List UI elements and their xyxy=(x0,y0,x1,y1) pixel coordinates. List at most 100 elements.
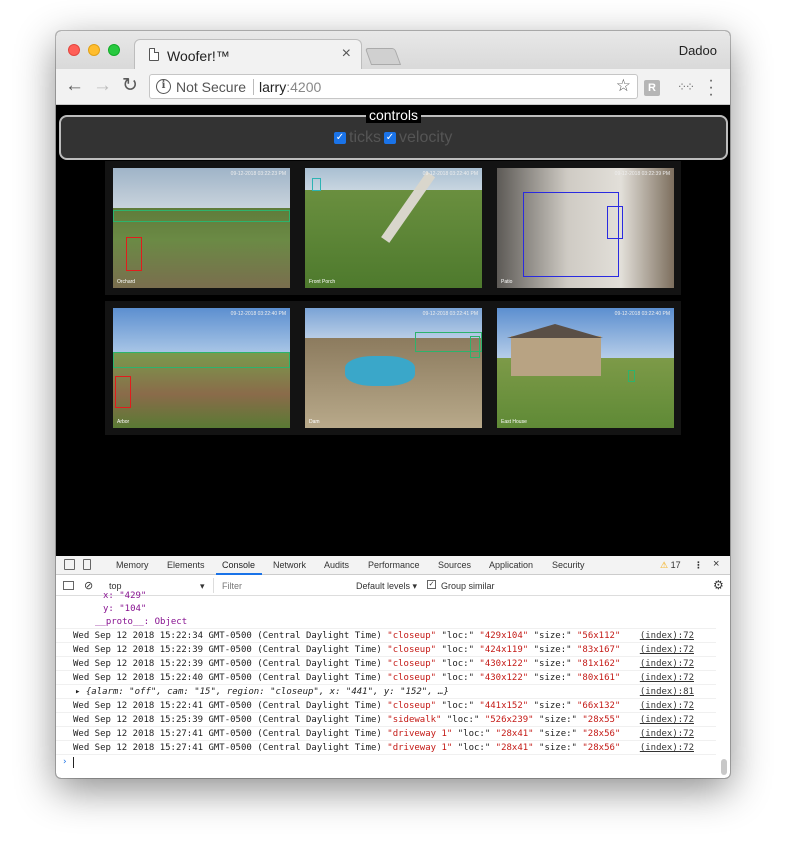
camera-label: East House xyxy=(501,419,527,425)
detection-box xyxy=(470,336,480,358)
log-source-link[interactable]: (index):81 xyxy=(640,687,694,697)
tab-title: Woofer!™ xyxy=(167,48,230,64)
url-text[interactable]: larry:4200 xyxy=(259,79,321,95)
back-arrow-icon[interactable]: ← xyxy=(65,76,84,96)
page-viewport: controls ✓ ticks ✓ velocity 09-12-2018 0… xyxy=(56,106,730,556)
camera-label: Orchard xyxy=(117,279,136,285)
camera-label: Arbor xyxy=(117,419,130,425)
log-source-link[interactable]: (index):72 xyxy=(640,715,694,725)
log-row: Wed Sep 12 2018 15:25:39 GMT-0500 (Centr… xyxy=(56,713,716,727)
console-obj-line: x: "429" xyxy=(103,591,147,601)
camera-feed-front-porch[interactable]: 09-12-2018 03:22:40 PM Front Porch xyxy=(305,168,482,288)
kebab-menu-icon[interactable]: · · · xyxy=(707,73,715,103)
detection-box xyxy=(126,237,142,271)
extension-dots-icon[interactable]: ⁘⁘ xyxy=(677,80,695,94)
log-source-link[interactable]: (index):72 xyxy=(640,743,694,753)
group-similar-checkbox[interactable]: ✓ xyxy=(427,580,436,589)
camera-feed-arbor[interactable]: 09-12-2018 03:22:40 PM Arbor xyxy=(113,308,290,428)
region-box xyxy=(113,352,290,368)
camera-timestamp: 09-12-2018 03:22:41 PM xyxy=(422,311,478,317)
log-source-link[interactable]: (index):72 xyxy=(640,673,694,683)
console-scrollbar[interactable] xyxy=(721,759,727,775)
divider xyxy=(253,79,254,95)
close-window-button[interactable] xyxy=(68,44,80,56)
tab-close-icon[interactable]: × xyxy=(342,46,351,62)
tab-audits[interactable]: Audits xyxy=(324,560,349,570)
log-source-link[interactable]: (index):72 xyxy=(640,645,694,655)
tab-sources[interactable]: Sources xyxy=(438,560,471,570)
title-bar: Woofer!™ × Dadoo xyxy=(56,31,730,70)
browser-toolbar: ← → ↻ i Not Secure larry:4200 ☆ R ⁘⁘ · · · xyxy=(56,69,730,105)
detection-box xyxy=(607,206,623,239)
camera-label: Patio xyxy=(501,279,513,285)
reload-icon[interactable]: ↻ xyxy=(122,76,138,96)
tab-console[interactable]: Console xyxy=(222,560,255,570)
tab-memory[interactable]: Memory xyxy=(116,560,149,570)
tab-security[interactable]: Security xyxy=(552,560,585,570)
camera-timestamp: 09-12-2018 03:22:39 PM xyxy=(614,171,670,177)
devtools-panel: Memory Elements Console Network Audits P… xyxy=(56,556,730,778)
address-bar[interactable]: i Not Secure larry:4200 ☆ xyxy=(149,74,638,99)
bookmark-star-icon[interactable]: ☆ xyxy=(616,76,631,96)
browser-window: Woofer!™ × Dadoo ← → ↻ i Not Secure larr… xyxy=(56,31,730,778)
camera-feed-east-house[interactable]: 09-12-2018 03:22:40 PM East House xyxy=(497,308,674,428)
log-source-link[interactable]: (index):72 xyxy=(640,631,694,641)
camera-label: Dam xyxy=(309,419,320,425)
profile-name[interactable]: Dadoo xyxy=(679,43,717,58)
ticks-checkbox[interactable]: ✓ xyxy=(334,132,346,144)
url-port: :4200 xyxy=(286,79,322,95)
tab-performance[interactable]: Performance xyxy=(368,560,420,570)
camera-timestamp: 09-12-2018 03:22:40 PM xyxy=(614,311,670,317)
new-tab-button[interactable] xyxy=(364,48,402,65)
device-toolbar-icon[interactable] xyxy=(83,559,91,570)
log-row: Wed Sep 12 2018 15:22:40 GMT-0500 (Centr… xyxy=(56,671,716,685)
console-obj-line: y: "104" xyxy=(103,604,147,614)
region-box xyxy=(113,210,290,222)
console-obj-line[interactable]: __proto__: Object xyxy=(56,615,716,629)
camera-timestamp: 09-12-2018 03:22:40 PM xyxy=(230,311,286,317)
forward-arrow-icon[interactable]: → xyxy=(93,76,112,96)
warning-count[interactable]: ⚠ 17 xyxy=(660,560,681,571)
region-box xyxy=(523,192,619,277)
devtools-close-icon[interactable]: × xyxy=(713,558,719,570)
page-icon xyxy=(149,48,159,61)
detection-box xyxy=(628,370,635,382)
log-row-object[interactable]: ▸ {alarm: "off", cam: "15", region: "clo… xyxy=(56,685,716,699)
tab-elements[interactable]: Elements xyxy=(167,560,205,570)
detection-box xyxy=(115,376,131,408)
camera-feed-patio[interactable]: 09-12-2018 03:22:39 PM Patio xyxy=(497,168,674,288)
velocity-checkbox[interactable]: ✓ xyxy=(384,132,396,144)
tab-application[interactable]: Application xyxy=(489,560,533,570)
devtools-menu-icon[interactable]: ⋮ xyxy=(694,560,703,571)
maximize-window-button[interactable] xyxy=(108,44,120,56)
camera-feed-dam[interactable]: 09-12-2018 03:22:41 PM Dam xyxy=(305,308,482,428)
extension-r-icon[interactable]: R xyxy=(644,80,660,96)
devtools-tabbar: Memory Elements Console Network Audits P… xyxy=(56,556,730,575)
camera-row: 09-12-2018 03:22:23 PM Orchard 09-12-201… xyxy=(105,161,681,295)
velocity-label: velocity xyxy=(399,129,453,146)
log-row: Wed Sep 12 2018 15:27:41 GMT-0500 (Centr… xyxy=(56,727,716,741)
log-row: Wed Sep 12 2018 15:27:41 GMT-0500 (Centr… xyxy=(56,741,716,755)
log-row: Wed Sep 12 2018 15:22:39 GMT-0500 (Centr… xyxy=(56,657,716,671)
tab-network[interactable]: Network xyxy=(273,560,306,570)
camera-timestamp: 09-12-2018 03:22:23 PM xyxy=(230,171,286,177)
log-row: Wed Sep 12 2018 15:22:39 GMT-0500 (Centr… xyxy=(56,643,716,657)
log-source-link[interactable]: (index):72 xyxy=(640,729,694,739)
browser-tab[interactable]: Woofer!™ × xyxy=(134,39,362,70)
url-host: larry xyxy=(259,79,287,95)
detection-box xyxy=(312,178,321,191)
controls-fieldset: controls ✓ ticks ✓ velocity xyxy=(59,107,728,160)
controls-legend: controls xyxy=(61,107,726,125)
log-source-link[interactable]: (index):72 xyxy=(640,701,694,711)
security-label[interactable]: Not Secure xyxy=(176,79,246,95)
camera-label: Front Porch xyxy=(309,279,336,285)
console-output: x: "429" y: "104" __proto__: Object Wed … xyxy=(56,591,730,778)
camera-feed-orchard[interactable]: 09-12-2018 03:22:23 PM Orchard xyxy=(113,168,290,288)
camera-row: 09-12-2018 03:22:40 PM Arbor 09-12-2018 … xyxy=(105,301,681,435)
inspect-element-icon[interactable] xyxy=(64,559,75,570)
minimize-window-button[interactable] xyxy=(88,44,100,56)
info-icon[interactable]: i xyxy=(156,79,171,94)
console-prompt[interactable]: › xyxy=(56,755,716,769)
log-source-link[interactable]: (index):72 xyxy=(640,659,694,669)
camera-timestamp: 09-12-2018 03:22:40 PM xyxy=(422,171,478,177)
